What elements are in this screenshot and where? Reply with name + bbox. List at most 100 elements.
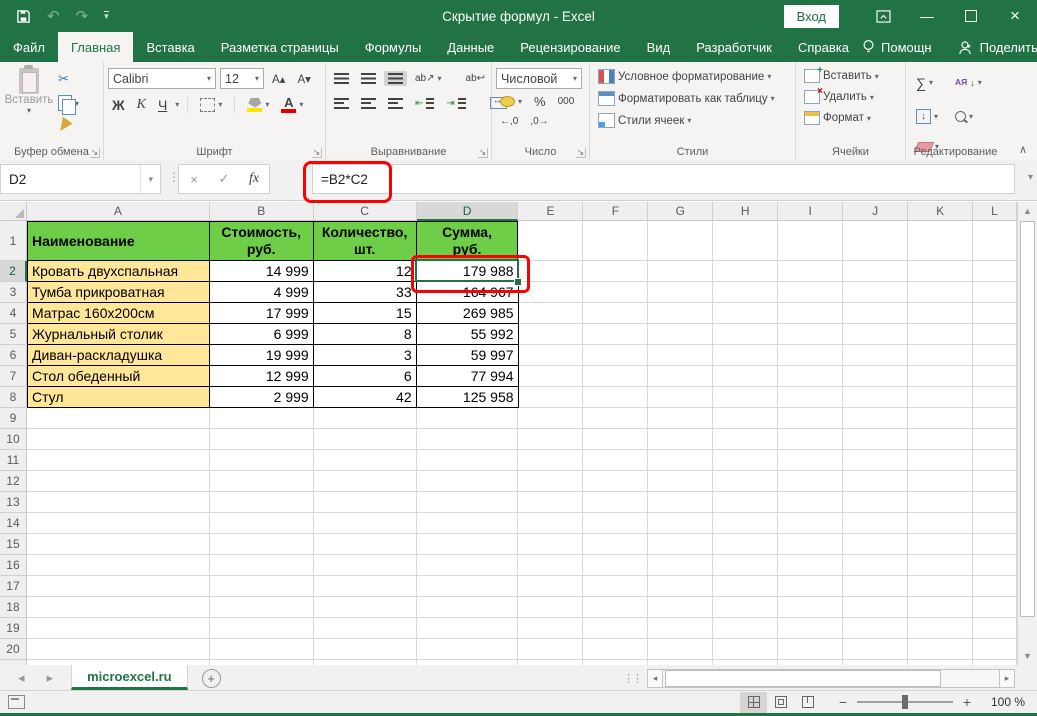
cell-C1[interactable]: Количество, шт. (314, 221, 417, 261)
cell-J2[interactable] (843, 261, 908, 282)
cell-D18[interactable] (417, 597, 519, 618)
cell-G16[interactable] (648, 555, 713, 576)
expand-formula-bar-icon[interactable]: ▾ (1028, 172, 1033, 183)
cell-E18[interactable] (518, 597, 583, 618)
horizontal-scroll-thumb[interactable] (665, 670, 941, 687)
format-as-table-button[interactable]: Форматировать как таблицу▾ (594, 89, 779, 108)
cell-H7[interactable] (713, 366, 778, 387)
cell-J10[interactable] (843, 429, 908, 450)
cell-I12[interactable] (778, 471, 843, 492)
cell-I19[interactable] (778, 618, 843, 639)
cell-K9[interactable] (908, 408, 973, 429)
cell-K6[interactable] (908, 345, 973, 366)
cell-H13[interactable] (713, 492, 778, 513)
row-header-14[interactable]: 14 (0, 513, 27, 534)
cell-K11[interactable] (908, 450, 973, 471)
cell-C17[interactable] (314, 576, 417, 597)
cell-C15[interactable] (314, 534, 417, 555)
cell-H12[interactable] (713, 471, 778, 492)
cell-F13[interactable] (583, 492, 648, 513)
cell-K19[interactable] (908, 618, 973, 639)
insert-function-icon[interactable]: fx (239, 171, 269, 187)
cell-B7[interactable]: 12 999 (210, 366, 314, 387)
cell-H5[interactable] (713, 324, 778, 345)
cell-L17[interactable] (973, 576, 1017, 597)
cell-J1[interactable] (843, 221, 908, 261)
cell-J20[interactable] (843, 639, 908, 660)
cell-C11[interactable] (314, 450, 417, 471)
cut-button[interactable]: ✂ (54, 69, 83, 89)
cell-K17[interactable] (908, 576, 973, 597)
share-button[interactable]: Поделиться (980, 40, 1037, 55)
normal-view-button[interactable] (740, 692, 767, 713)
cell-H14[interactable] (713, 513, 778, 534)
cell-A14[interactable] (27, 513, 210, 534)
column-header-D[interactable]: D (417, 202, 519, 221)
cell-G5[interactable] (648, 324, 713, 345)
cell-C4[interactable]: 15 (314, 303, 417, 324)
name-box[interactable]: D2 ▾ (0, 164, 161, 194)
cell-D11[interactable] (417, 450, 519, 471)
cell-E7[interactable] (519, 366, 584, 387)
sort-filter-button[interactable]: АЯ↓▾ (951, 67, 986, 98)
cell-B11[interactable] (210, 450, 314, 471)
cell-C13[interactable] (314, 492, 417, 513)
cell-D10[interactable] (417, 429, 519, 450)
cell-B15[interactable] (210, 534, 314, 555)
cell-L18[interactable] (973, 597, 1017, 618)
row-header-17[interactable]: 17 (0, 576, 27, 597)
row-header-11[interactable]: 11 (0, 450, 27, 471)
clipboard-dialog-launcher[interactable]: ↘ (90, 148, 100, 158)
vertical-scroll-thumb[interactable] (1020, 221, 1035, 617)
cell-H17[interactable] (713, 576, 778, 597)
cell-C12[interactable] (314, 471, 417, 492)
tab-файл[interactable]: Файл (0, 32, 58, 62)
cell-C20[interactable] (314, 639, 417, 660)
row-header-18[interactable]: 18 (0, 597, 27, 618)
cell-I6[interactable] (778, 345, 843, 366)
cell-D19[interactable] (417, 618, 519, 639)
cell-A19[interactable] (27, 618, 210, 639)
cell-G8[interactable] (648, 387, 713, 408)
cell-H1[interactable] (713, 221, 778, 261)
cell-A2[interactable]: Кровать двухспальная (27, 261, 210, 282)
cell-A12[interactable] (27, 471, 210, 492)
cell-F8[interactable] (583, 387, 648, 408)
cell-K13[interactable] (908, 492, 973, 513)
cell-K10[interactable] (908, 429, 973, 450)
column-header-E[interactable]: E (518, 202, 583, 221)
cell-H15[interactable] (713, 534, 778, 555)
cell-E14[interactable] (518, 513, 583, 534)
cell-K8[interactable] (908, 387, 973, 408)
cell-G10[interactable] (648, 429, 713, 450)
zoom-slider-track[interactable] (857, 701, 953, 703)
cell-B9[interactable] (210, 408, 314, 429)
cell-L5[interactable] (973, 324, 1017, 345)
cell-G11[interactable] (648, 450, 713, 471)
cell-B20[interactable] (210, 639, 314, 660)
help-assistant-button[interactable]: Помощн (881, 40, 932, 55)
cell-C2[interactable]: 12 (314, 261, 417, 282)
cell-D2[interactable]: 179 988 (417, 261, 519, 282)
cell-L2[interactable] (973, 261, 1017, 282)
decrease-indent-button[interactable]: ⇤ (411, 96, 438, 111)
cell-G19[interactable] (648, 618, 713, 639)
column-header-I[interactable]: I (778, 202, 843, 221)
underline-button[interactable]: Ч (154, 95, 171, 115)
font-size-combo[interactable]: 12▾ (220, 68, 264, 89)
cell-H3[interactable] (713, 282, 778, 303)
formula-input[interactable]: =B2*C2 (312, 164, 1015, 194)
cell-H2[interactable] (713, 261, 778, 282)
number-dialog-launcher[interactable]: ↘ (576, 148, 586, 158)
cell-I20[interactable] (778, 639, 843, 660)
cell-H18[interactable] (713, 597, 778, 618)
tab-вид[interactable]: Вид (634, 32, 684, 62)
cell-B5[interactable]: 6 999 (210, 324, 314, 345)
grow-font-button[interactable]: A▴ (268, 70, 289, 88)
cell-F7[interactable] (583, 366, 648, 387)
cell-L9[interactable] (973, 408, 1017, 429)
autosum-button[interactable]: ∑▾ (912, 67, 943, 98)
cell-A13[interactable] (27, 492, 210, 513)
page-layout-view-button[interactable] (767, 692, 794, 713)
cell-B16[interactable] (210, 555, 314, 576)
